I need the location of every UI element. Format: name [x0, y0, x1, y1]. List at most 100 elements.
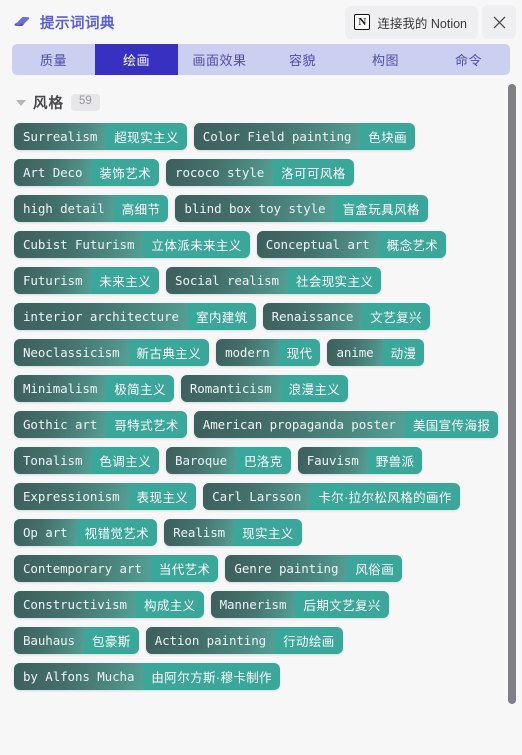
tag-item[interactable]: Surrealism 超现实主义: [14, 123, 187, 150]
tag-item[interactable]: Carl Larsson 卡尔·拉尔松风格的画作: [203, 483, 460, 510]
connect-notion-label: 连接我的 Notion: [377, 16, 467, 31]
tag-label-zh: 视错觉艺术: [76, 519, 158, 546]
tag-label-en: blind box toy style: [175, 195, 335, 222]
tag-label-en: interior architecture: [14, 303, 188, 330]
tag-label-zh: 概念艺术: [378, 231, 447, 258]
tag-label-en: modern: [216, 339, 279, 366]
tag-label-zh: 洛可可风格: [273, 159, 354, 186]
tag-label-en: Color Field painting: [193, 123, 361, 150]
tag-label-zh: 行动绘画: [275, 627, 343, 654]
tag-label-zh: 现实主义: [234, 519, 302, 546]
tab-1[interactable]: 绘画: [95, 44, 178, 75]
tag-item[interactable]: Mannerism 后期文艺复兴: [210, 591, 389, 618]
section-count-badge: 59: [71, 94, 100, 111]
section-title: 风格: [33, 96, 64, 112]
tag-item[interactable]: Op art 视错觉艺术: [14, 519, 158, 546]
close-button[interactable]: [482, 5, 516, 39]
prompt-dictionary-window: 提示词词典 N 连接我的 Notion 质量 绘画 画面效果 容貌 构图 命令 风格 59: [0, 0, 522, 755]
tag-item[interactable]: Romanticism 浪漫主义: [180, 375, 349, 402]
tag-label-en: American propaganda poster: [193, 411, 405, 438]
chevron-down-icon[interactable]: [16, 99, 26, 106]
tag-label-zh: 现代: [278, 339, 321, 366]
tag-label-zh: 后期文艺复兴: [295, 591, 389, 618]
tag-item[interactable]: Baroque 巴洛克: [166, 447, 291, 474]
tag-label-en: Fauvism: [297, 447, 368, 474]
tag-item[interactable]: Fauvism 野兽派: [297, 447, 423, 474]
tag-label-zh: 社会现实主义: [287, 267, 382, 294]
tag-label-en: by Alfons Mucha: [14, 663, 144, 690]
tag-item[interactable]: Constructivism 构成主义: [14, 591, 204, 618]
tab-5[interactable]: 命令: [427, 44, 510, 75]
tag-label-en: Mannerism: [210, 591, 296, 618]
tab-bar: 质量 绘画 画面效果 容貌 构图 命令: [12, 44, 510, 75]
tab-4[interactable]: 构图: [344, 44, 427, 75]
tag-label-en: anime: [327, 339, 383, 366]
tag-item[interactable]: modern 现代: [216, 339, 321, 366]
tag-item[interactable]: Bauhaus 包豪斯: [14, 627, 139, 654]
tab-2[interactable]: 画面效果: [178, 44, 261, 75]
tag-label-zh: 包豪斯: [83, 627, 139, 654]
header-actions: N 连接我的 Notion: [345, 5, 516, 39]
tag-label-zh: 立体派未来主义: [143, 231, 250, 258]
tag-item[interactable]: rococo style 洛可可风格: [166, 159, 354, 186]
tag-label-en: Renaissance: [262, 303, 363, 330]
connect-notion-button[interactable]: N 连接我的 Notion: [345, 5, 478, 39]
tag-label-en: Gothic art: [14, 411, 107, 438]
tag-item[interactable]: interior architecture 室内建筑: [14, 303, 256, 330]
tag-item[interactable]: high detail 高细节: [14, 195, 169, 222]
close-icon: [493, 16, 505, 28]
tag-label-zh: 浪漫主义: [280, 375, 349, 402]
tag-item[interactable]: Color Field painting 色块画: [193, 123, 415, 150]
tag-label-en: Social realism: [166, 267, 288, 294]
tag-label-en: Genre painting: [225, 555, 348, 582]
section-header-style: 风格 59: [12, 80, 506, 121]
tag-label-en: Contemporary art: [14, 555, 151, 582]
tag-item[interactable]: anime 动漫: [327, 339, 425, 366]
tag-label-en: Realism: [164, 519, 235, 546]
tag-item[interactable]: Neoclassicism 新古典主义: [14, 339, 210, 366]
tag-label-zh: 构成主义: [135, 591, 204, 618]
tag-label-en: high detail: [14, 195, 114, 222]
tag-label-zh: 文艺复兴: [362, 303, 430, 330]
tag-item[interactable]: Futurism 未来主义: [14, 267, 160, 294]
tag-label-en: Art Deco: [14, 159, 92, 186]
tag-item[interactable]: Contemporary art 当代艺术: [14, 555, 219, 582]
tag-label-en: Bauhaus: [14, 627, 84, 654]
tag-label-zh: 装饰艺术: [91, 159, 160, 186]
tag-label-en: Surrealism: [14, 123, 107, 150]
tag-item[interactable]: Action painting 行动绘画: [145, 627, 343, 654]
tag-list: Surrealism 超现实主义 Color Field painting 色块画 Ar…: [12, 121, 506, 690]
tag-label-zh: 野兽派: [367, 447, 423, 474]
tag-label-zh: 巴洛克: [236, 447, 291, 474]
tag-item[interactable]: Realism 现实主义: [164, 519, 302, 546]
tag-label-zh: 未来主义: [91, 267, 160, 294]
vertical-scrollbar[interactable]: [506, 80, 518, 755]
tag-item[interactable]: Cubist Futurism 立体派未来主义: [14, 231, 250, 258]
scrollbar-thumb[interactable]: [508, 84, 516, 704]
tab-0[interactable]: 质量: [12, 44, 95, 75]
tag-item[interactable]: Expressionism 表现主义: [14, 483, 197, 510]
tag-item[interactable]: American propaganda poster 美国宣传海报: [193, 411, 499, 438]
tag-label-en: Carl Larsson: [203, 483, 311, 510]
tag-item[interactable]: Genre painting 风俗画: [225, 555, 403, 582]
tag-item[interactable]: Renaissance 文艺复兴: [262, 303, 430, 330]
tag-item[interactable]: Social realism 社会现实主义: [166, 267, 382, 294]
tag-label-en: Action painting: [145, 627, 276, 654]
tag-item[interactable]: by Alfons Mucha 由阿尔方斯·穆卡制作: [14, 663, 281, 690]
window-header: 提示词词典 N 连接我的 Notion: [0, 0, 522, 44]
tag-label-en: Minimalism: [14, 375, 107, 402]
tag-label-zh: 室内建筑: [187, 303, 256, 330]
tag-label-en: Neoclassicism: [14, 339, 129, 366]
tab-3[interactable]: 容貌: [261, 44, 344, 75]
tag-item[interactable]: blind box toy style 盲盒玩具风格: [175, 195, 428, 222]
tag-item[interactable]: Conceptual art 概念艺术: [256, 231, 447, 258]
tag-label-zh: 风俗画: [347, 555, 403, 582]
tag-item[interactable]: Gothic art 哥特式艺术: [14, 411, 187, 438]
tag-item[interactable]: Minimalism 极简主义: [14, 375, 174, 402]
tag-label-en: rococo style: [166, 159, 274, 186]
tag-item[interactable]: Tonalism 色调主义: [14, 447, 160, 474]
tag-item[interactable]: Art Deco 装饰艺术: [14, 159, 160, 186]
tag-label-zh: 盲盒玩具风格: [334, 195, 428, 222]
tag-label-en: Conceptual art: [256, 231, 379, 258]
tag-label-en: Romanticism: [180, 375, 281, 402]
